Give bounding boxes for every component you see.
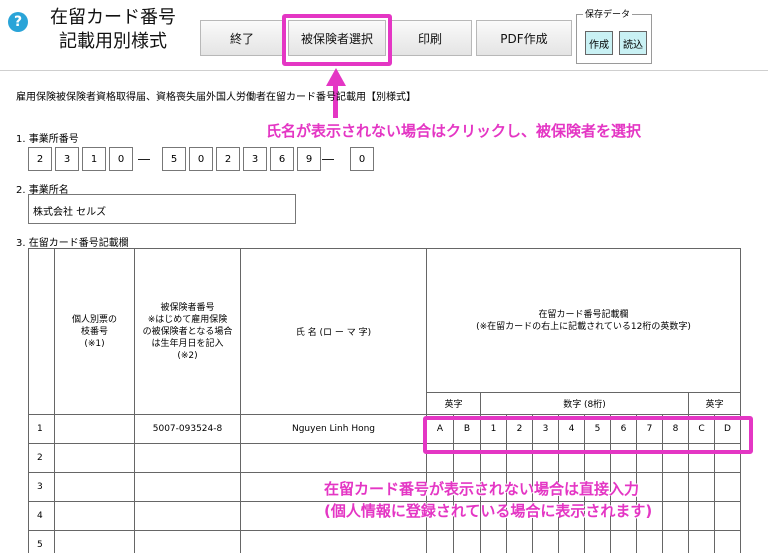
- office-number-digit[interactable]: 3: [55, 147, 79, 171]
- insured-number-cell[interactable]: [134, 443, 241, 473]
- insured-number-cell[interactable]: [134, 530, 241, 553]
- branch-number-cell[interactable]: [54, 530, 135, 553]
- table-row: 5: [28, 530, 741, 553]
- office-number-digit[interactable]: 0: [350, 147, 374, 171]
- card-char-cell[interactable]: [714, 501, 741, 531]
- sub-alpha2-header: 英字: [688, 392, 741, 415]
- end-button[interactable]: 終了: [200, 20, 284, 56]
- print-button[interactable]: 印刷: [388, 20, 472, 56]
- office-number-digit[interactable]: 5: [162, 147, 186, 171]
- name-cell[interactable]: [240, 443, 427, 473]
- branch-number-cell[interactable]: [54, 414, 135, 444]
- help-icon[interactable]: ?: [8, 12, 28, 32]
- select-button-highlight: [282, 14, 392, 66]
- card-char-cell[interactable]: [453, 530, 481, 553]
- create-button[interactable]: 作成: [585, 31, 613, 55]
- header-divider: [0, 70, 768, 71]
- office-number-digit[interactable]: 2: [28, 147, 52, 171]
- office-number-digit[interactable]: 0: [109, 147, 133, 171]
- card-number-highlight: [423, 416, 753, 454]
- card-char-cell[interactable]: [636, 530, 663, 553]
- col-card-header: 在留カード番号記載欄 (※在留カードの右上に記載されている12桁の英数字): [426, 248, 741, 393]
- insured-number-cell[interactable]: [134, 472, 241, 502]
- card-char-cell[interactable]: [532, 530, 559, 553]
- branch-number-cell[interactable]: [54, 501, 135, 531]
- branch-number-cell[interactable]: [54, 472, 135, 502]
- card-char-cell[interactable]: [688, 472, 715, 502]
- col-insured-no-header: 被保険者番号 ※はじめて雇用保険 の被保険者となる場合 は生年月日を記入 (※2…: [134, 248, 241, 415]
- card-char-cell[interactable]: [714, 530, 741, 553]
- col-row-no-header: 個人別票の 枝番号 (※1): [54, 248, 135, 415]
- form-title: 雇用保険被保険者資格取得届、資格喪失届外国人労働者在留カード番号記載用【別様式】: [16, 92, 416, 103]
- row-number-cell: 3: [28, 472, 55, 502]
- office-number-digit[interactable]: 1: [82, 147, 106, 171]
- branch-number-cell[interactable]: [54, 443, 135, 473]
- office-number-label: 1. 事業所番号: [16, 134, 79, 145]
- row-number-cell: 4: [28, 501, 55, 531]
- save-data-group: 保存データ 作成 読込: [576, 7, 652, 64]
- office-number-digit[interactable]: 6: [270, 147, 294, 171]
- save-data-label: 保存データ: [583, 7, 633, 20]
- sub-digits-header: 数字 (8桁): [480, 392, 689, 415]
- app-title: 在留カード番号 記載用別様式: [38, 6, 188, 54]
- card-char-cell[interactable]: [506, 530, 533, 553]
- office-number-digit[interactable]: 3: [243, 147, 267, 171]
- pdf-button[interactable]: PDF作成: [476, 20, 572, 56]
- card-hint-callout: 在留カード番号が表示されない場合は直接入力 (個人情報に登録されている場合に表示…: [324, 478, 652, 522]
- row-number-cell: 5: [28, 530, 55, 553]
- dash-separator: ―: [322, 152, 334, 166]
- title-line-1: 在留カード番号: [50, 7, 176, 28]
- office-name-field[interactable]: 株式会社 セルズ: [28, 194, 296, 224]
- card-hint-line-2: (個人情報に登録されている場合に表示されます): [324, 502, 653, 520]
- card-char-cell[interactable]: [610, 530, 637, 553]
- office-number-digit[interactable]: 2: [216, 147, 240, 171]
- card-char-cell[interactable]: [688, 501, 715, 531]
- card-hint-line-1: 在留カード番号が表示されない場合は直接入力: [324, 480, 640, 498]
- name-cell[interactable]: [240, 530, 427, 553]
- card-char-cell[interactable]: [662, 501, 689, 531]
- sub-alpha1-header: 英字: [426, 392, 481, 415]
- dash-separator: ―: [138, 152, 150, 166]
- table-corner: [28, 248, 55, 415]
- card-char-cell[interactable]: [688, 530, 715, 553]
- row-number-cell: 2: [28, 443, 55, 473]
- insured-number-cell[interactable]: 5007-093524-8: [134, 414, 241, 444]
- card-char-cell[interactable]: [662, 530, 689, 553]
- select-hint-callout: 氏名が表示されない場合はクリックし、被保険者を選択: [266, 122, 642, 140]
- card-char-cell[interactable]: [714, 472, 741, 502]
- insured-number-cell[interactable]: [134, 501, 241, 531]
- card-char-cell[interactable]: [480, 530, 507, 553]
- card-char-cell[interactable]: [558, 530, 585, 553]
- card-char-cell[interactable]: [662, 472, 689, 502]
- col-name-header: 氏 名 (ロ ー マ 字): [240, 248, 427, 415]
- card-section-label: 3. 在留カード番号記載欄: [16, 238, 129, 249]
- card-char-cell[interactable]: [584, 530, 611, 553]
- title-line-2: 記載用別様式: [59, 31, 167, 52]
- row-number-cell: 1: [28, 414, 55, 444]
- name-cell[interactable]: Nguyen Linh Hong: [240, 414, 427, 444]
- office-number-digit[interactable]: 9: [297, 147, 321, 171]
- office-number-digit[interactable]: 0: [189, 147, 213, 171]
- load-button[interactable]: 読込: [619, 31, 647, 55]
- card-char-cell[interactable]: [426, 530, 454, 553]
